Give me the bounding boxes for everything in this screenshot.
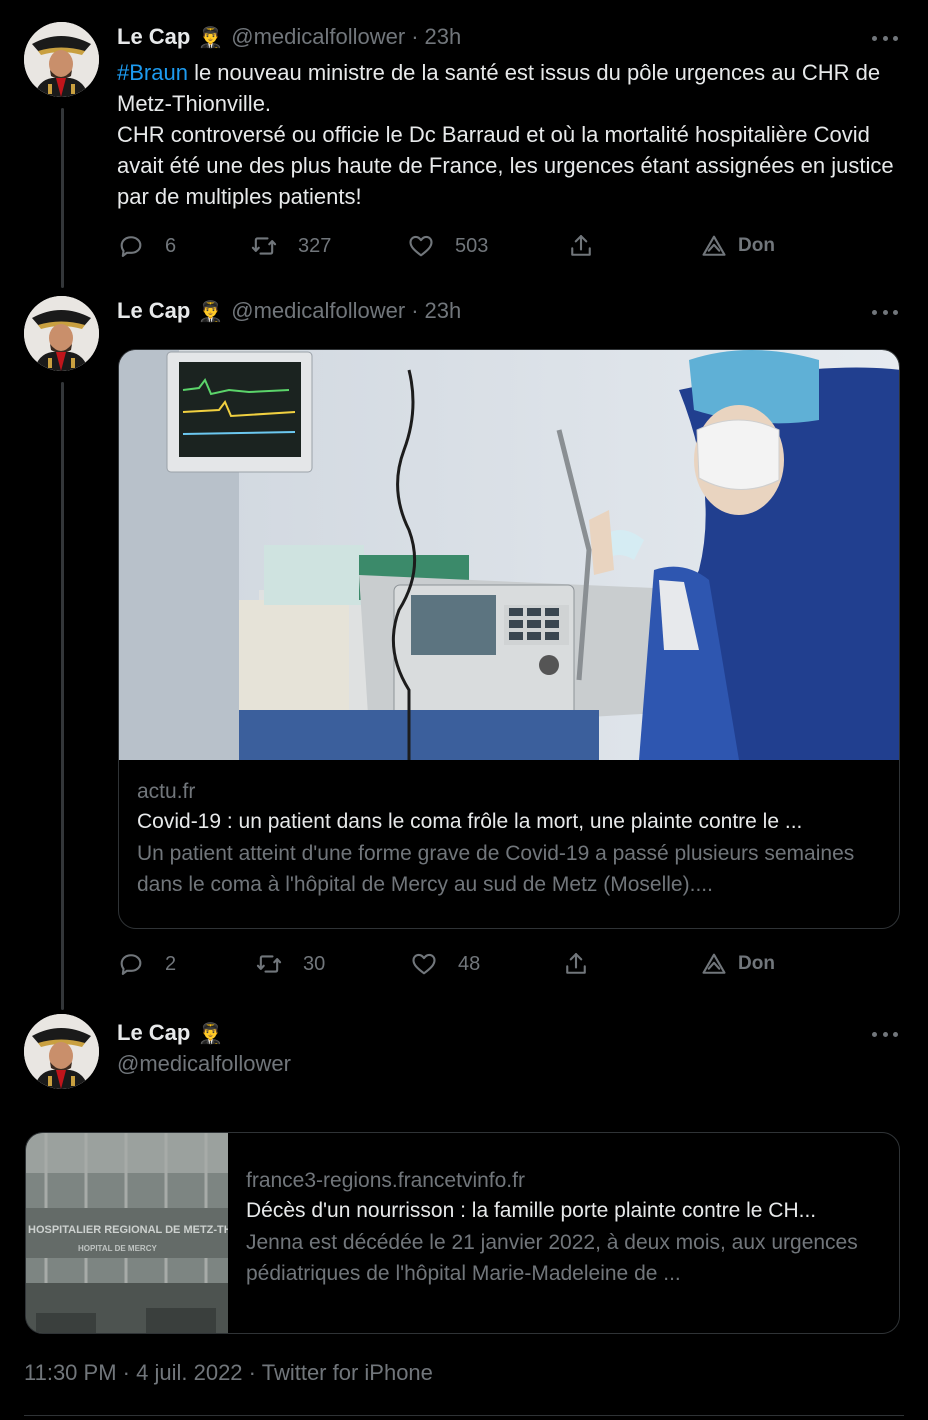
link-card-domain: actu.fr <box>137 780 196 803</box>
reply-count: 2 <box>165 952 177 975</box>
link-card-description: Jenna est décédée le 21 janvier 2022, à … <box>246 1231 858 1285</box>
display-name[interactable]: Le Cap <box>117 24 190 50</box>
link-card-title: Covid-19 : un patient dans le coma frôle… <box>137 810 803 833</box>
retweet-count: 30 <box>303 952 326 975</box>
retweet-count: 327 <box>298 234 332 257</box>
retweet-button[interactable]: 327 <box>250 231 331 261</box>
separator: · <box>248 1360 262 1385</box>
retweet-button[interactable]: 30 <box>255 949 325 979</box>
tip-label: Don <box>738 953 775 974</box>
divider <box>24 1415 904 1416</box>
heart-icon <box>409 235 433 257</box>
avatar[interactable] <box>24 22 99 97</box>
sign-text-line-2: HOPITAL DE MERCY <box>78 1244 157 1253</box>
separator: · <box>411 24 419 49</box>
retweet-icon <box>251 237 277 255</box>
share-icon <box>566 953 586 974</box>
display-name[interactable]: Le Cap <box>117 1020 190 1046</box>
sign-text-line-1: HOSPITALIER REGIONAL DE METZ-TH <box>28 1224 228 1236</box>
tweet-actions: 2 30 48 Don <box>117 949 817 979</box>
user-handle-row: @medicalfollower <box>117 1051 291 1077</box>
tweet-time[interactable]: 23h <box>425 24 462 50</box>
reply-icon <box>120 236 142 257</box>
reply-count: 6 <box>165 234 177 257</box>
tweet-date[interactable]: 4 juil. 2022 <box>136 1360 242 1385</box>
pilot-emoji-icon: 👨‍✈️ <box>198 26 224 49</box>
user-handle[interactable]: @medicalfollower <box>231 24 405 50</box>
like-button[interactable]: 48 <box>410 949 480 979</box>
heart-icon <box>412 953 436 975</box>
tweet-time[interactable]: 23h <box>425 298 462 324</box>
thread-line <box>61 108 64 288</box>
tweet-timestamp[interactable]: 11:30 PM <box>24 1360 117 1385</box>
more-options-icon[interactable] <box>872 1032 898 1038</box>
reply-button[interactable]: 2 <box>117 949 176 979</box>
tip-icon <box>702 235 726 256</box>
like-button[interactable]: 503 <box>407 231 488 261</box>
tweet-text-part: le nouveau ministre de la santé est issu… <box>117 60 881 116</box>
link-card-title: Décès d'un nourrisson : la famille porte… <box>246 1199 817 1222</box>
reply-icon <box>120 954 142 975</box>
tweet-source[interactable]: Twitter for iPhone <box>262 1360 433 1385</box>
tweet-text: #Braun le nouveau ministre de la santé e… <box>117 57 907 212</box>
pilot-emoji-icon: 👨‍✈️ <box>198 1022 224 1045</box>
link-card-domain: france3-regions.francetvinfo.fr <box>246 1169 525 1192</box>
like-count: 503 <box>455 234 489 257</box>
tweet-text-part: CHR controversé ou officie le Dc Barraud… <box>117 122 894 209</box>
share-icon <box>571 235 591 256</box>
tweet-meta: 11:30 PM · 4 juil. 2022 · Twitter for iP… <box>24 1360 433 1386</box>
tip-button[interactable]: Don <box>700 231 775 261</box>
link-card[interactable]: actu.fr Covid-19 : un patient dans le co… <box>118 349 900 929</box>
link-card-image <box>119 350 899 760</box>
tweet-header: Le Cap 👨‍✈️ <box>117 1020 231 1046</box>
more-options-icon[interactable] <box>872 36 898 42</box>
separator: · <box>411 298 419 323</box>
retweet-icon <box>256 955 282 973</box>
share-button[interactable] <box>567 231 595 261</box>
pilot-emoji-icon: 👨‍✈️ <box>198 300 224 323</box>
display-name[interactable]: Le Cap <box>117 298 190 324</box>
link-card-image: HOSPITALIER REGIONAL DE METZ-TH HOPITAL … <box>26 1133 232 1333</box>
link-card[interactable]: HOSPITALIER REGIONAL DE METZ-TH HOPITAL … <box>25 1132 900 1334</box>
tip-icon <box>702 953 726 974</box>
more-options-icon[interactable] <box>872 310 898 316</box>
tip-label: Don <box>738 235 775 256</box>
user-handle[interactable]: @medicalfollower <box>117 1051 291 1077</box>
share-button[interactable] <box>562 949 590 979</box>
tip-button[interactable]: Don <box>700 949 775 979</box>
reply-button[interactable]: 6 <box>117 231 176 261</box>
tweet-header: Le Cap 👨‍✈️ @medicalfollower · 23h <box>117 298 461 324</box>
tweet-header: Le Cap 👨‍✈️ @medicalfollower · 23h <box>117 24 461 50</box>
user-handle[interactable]: @medicalfollower <box>231 298 405 324</box>
separator: · <box>122 1360 137 1385</box>
avatar[interactable] <box>24 296 99 371</box>
like-count: 48 <box>458 952 481 975</box>
avatar[interactable] <box>24 1014 99 1089</box>
tweet-actions: 6 327 503 Don <box>117 231 817 261</box>
thread-line <box>61 382 64 1010</box>
hashtag-link[interactable]: #Braun <box>117 60 188 85</box>
link-card-description: Un patient atteint d'une forme grave de … <box>137 842 855 896</box>
